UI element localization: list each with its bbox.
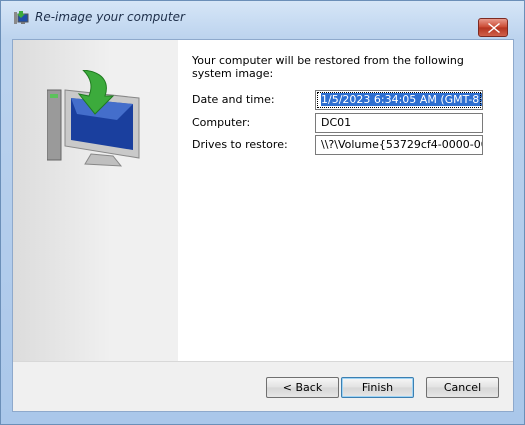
back-button[interactable]: < Back bbox=[266, 377, 339, 398]
close-button[interactable] bbox=[478, 18, 508, 37]
title-bar[interactable]: Re-image your computer bbox=[1, 1, 524, 37]
restore-icon bbox=[13, 10, 29, 26]
content-panel bbox=[178, 40, 513, 361]
reimage-window: Re-image your computer Your computer wil… bbox=[0, 0, 525, 425]
monitor-restore-icon bbox=[47, 70, 140, 167]
drives-label: Drives to restore: bbox=[192, 138, 288, 151]
computer-label: Computer: bbox=[192, 116, 251, 129]
computer-field[interactable]: DC01 bbox=[315, 113, 483, 133]
computer-value: DC01 bbox=[321, 116, 352, 129]
date-time-field[interactable]: 1/5/2023 6:34:05 AM (GMT-8:00) bbox=[315, 90, 483, 110]
intro-text: Your computer will be restored from the … bbox=[192, 54, 464, 80]
close-icon bbox=[488, 23, 500, 33]
finish-button[interactable]: Finish bbox=[341, 377, 414, 398]
cancel-button[interactable]: Cancel bbox=[426, 377, 499, 398]
date-time-value: 1/5/2023 6:34:05 AM (GMT-8:00) bbox=[321, 93, 482, 106]
date-time-label: Date and time: bbox=[192, 93, 275, 106]
illustration-panel bbox=[13, 40, 178, 361]
drives-field[interactable]: \\?\Volume{53729cf4-0000-0000-0 bbox=[315, 135, 483, 155]
dialog-client: Your computer will be restored from the … bbox=[12, 39, 514, 412]
window-title: Re-image your computer bbox=[35, 10, 185, 24]
footer-divider bbox=[13, 361, 513, 362]
drives-value: \\?\Volume{53729cf4-0000-0000-0 bbox=[321, 138, 482, 151]
